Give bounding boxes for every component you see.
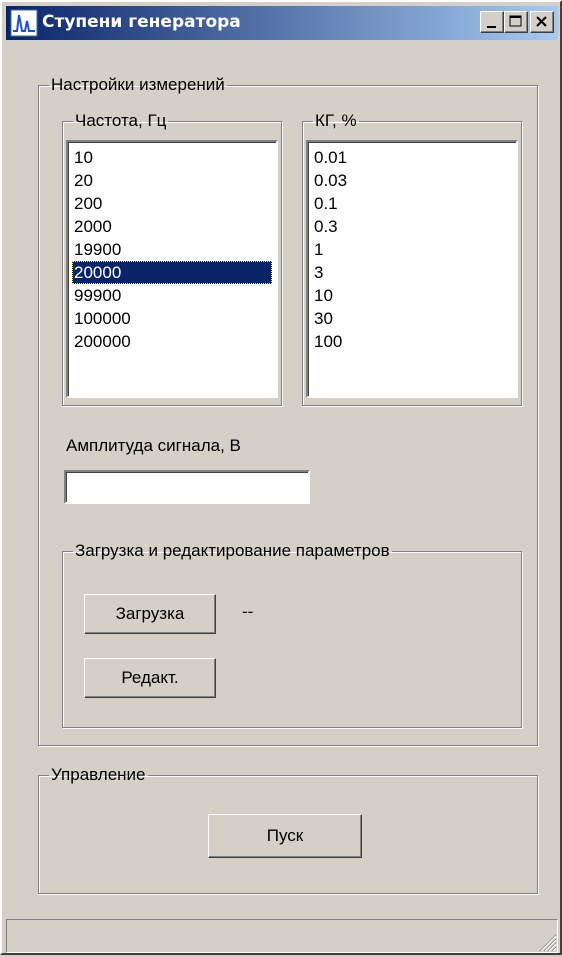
list-item[interactable]: 200000 [72, 330, 272, 353]
frequency-legend: Частота, Гц [75, 111, 167, 130]
close-icon [536, 16, 547, 27]
list-item[interactable]: 0.1 [312, 192, 512, 215]
start-button[interactable]: Пуск [208, 814, 362, 858]
window-title: Ступени генератора [42, 12, 241, 32]
list-item[interactable]: 99900 [72, 284, 272, 307]
control-legend: Управление [51, 765, 146, 784]
app-window: Ступени генератора Настройки измерений Ч… [0, 0, 562, 955]
list-item[interactable]: 30 [312, 307, 512, 330]
measurement-settings-legend: Настройки измерений [51, 75, 225, 94]
minimize-icon [487, 26, 496, 28]
params-legend: Загрузка и редактирование параметров [75, 541, 390, 560]
amplitude-label: Амплитуда сигнала, В [66, 436, 241, 455]
load-status: -- [242, 602, 254, 621]
list-item[interactable]: 20000 [72, 261, 272, 284]
list-item[interactable]: 200 [72, 192, 272, 215]
frequency-listbox[interactable]: 10 20 200 2000 19900 20000 99900 100000 200000 [66, 140, 278, 398]
amplitude-input[interactable] [64, 470, 310, 504]
edit-button[interactable]: Редакт. [84, 658, 216, 698]
thd-listbox[interactable]: 0.01 0.03 0.1 0.3 1 3 10 30 100 [306, 140, 518, 398]
load-button[interactable]: Загрузка [84, 594, 216, 634]
list-item[interactable]: 19900 [72, 238, 272, 261]
list-item[interactable]: 0.3 [312, 215, 512, 238]
list-item[interactable]: 100 [312, 330, 512, 353]
list-item[interactable]: 100000 [72, 307, 272, 330]
list-item[interactable]: 0.03 [312, 169, 512, 192]
resize-grip-icon[interactable] [535, 930, 557, 952]
list-item[interactable]: 1 [312, 238, 512, 261]
close-button[interactable] [530, 11, 554, 33]
title-bar[interactable]: Ступени генератора [6, 6, 558, 40]
list-item[interactable]: 2000 [72, 215, 272, 238]
status-bar [6, 919, 558, 953]
list-item[interactable]: 10 [72, 146, 272, 169]
params-group: Загрузка и редактирование параметров [62, 542, 522, 728]
list-item[interactable]: 3 [312, 261, 512, 284]
maximize-button[interactable] [504, 11, 528, 33]
list-item[interactable]: 20 [72, 169, 272, 192]
minimize-button[interactable] [480, 11, 504, 33]
list-item[interactable]: 0.01 [312, 146, 512, 169]
waveform-app-icon [10, 9, 38, 37]
list-item[interactable]: 10 [312, 284, 512, 307]
maximize-icon [509, 15, 522, 27]
thd-legend: КГ, % [315, 111, 357, 130]
